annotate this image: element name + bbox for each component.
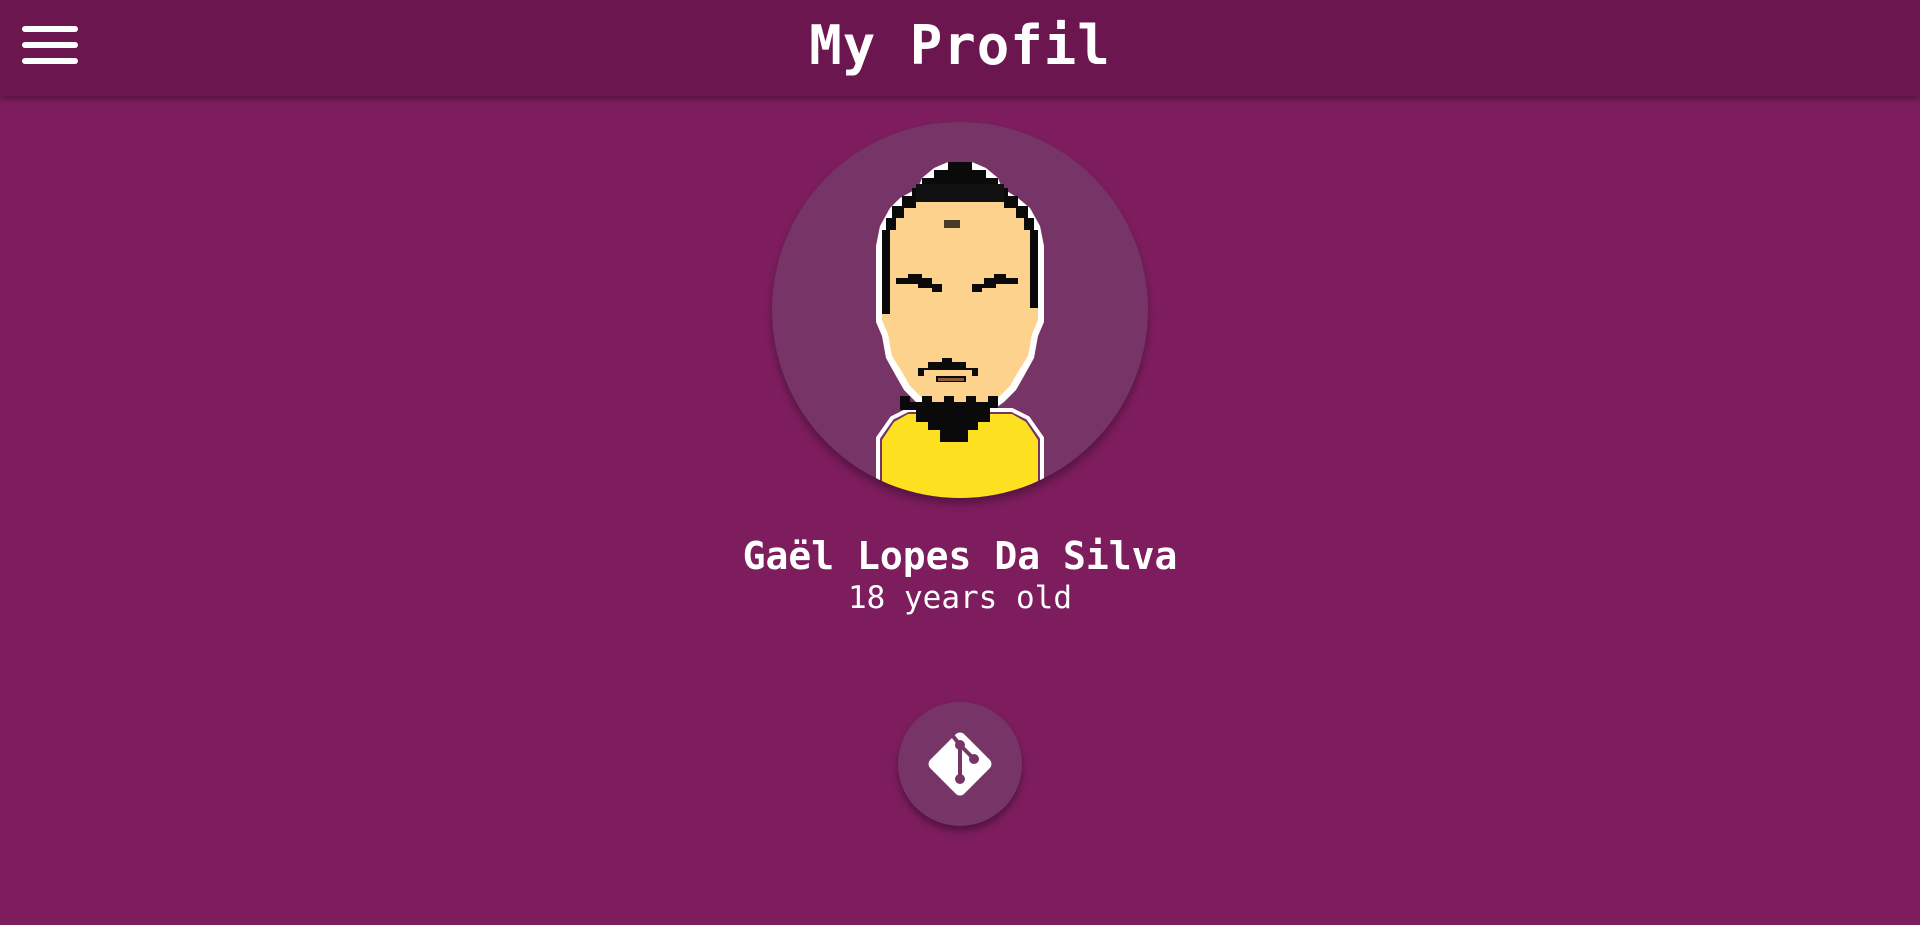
git-icon [928, 732, 992, 796]
profile-age: 18 years old [848, 580, 1072, 616]
avatar [772, 122, 1148, 498]
pixel-art-avatar-icon [876, 162, 1044, 498]
page-title: My Profil [809, 14, 1111, 77]
app-header: My Profil [0, 0, 1920, 96]
git-link-button[interactable] [898, 702, 1022, 826]
profile-name: Gaël Lopes Da Silva [742, 534, 1178, 578]
